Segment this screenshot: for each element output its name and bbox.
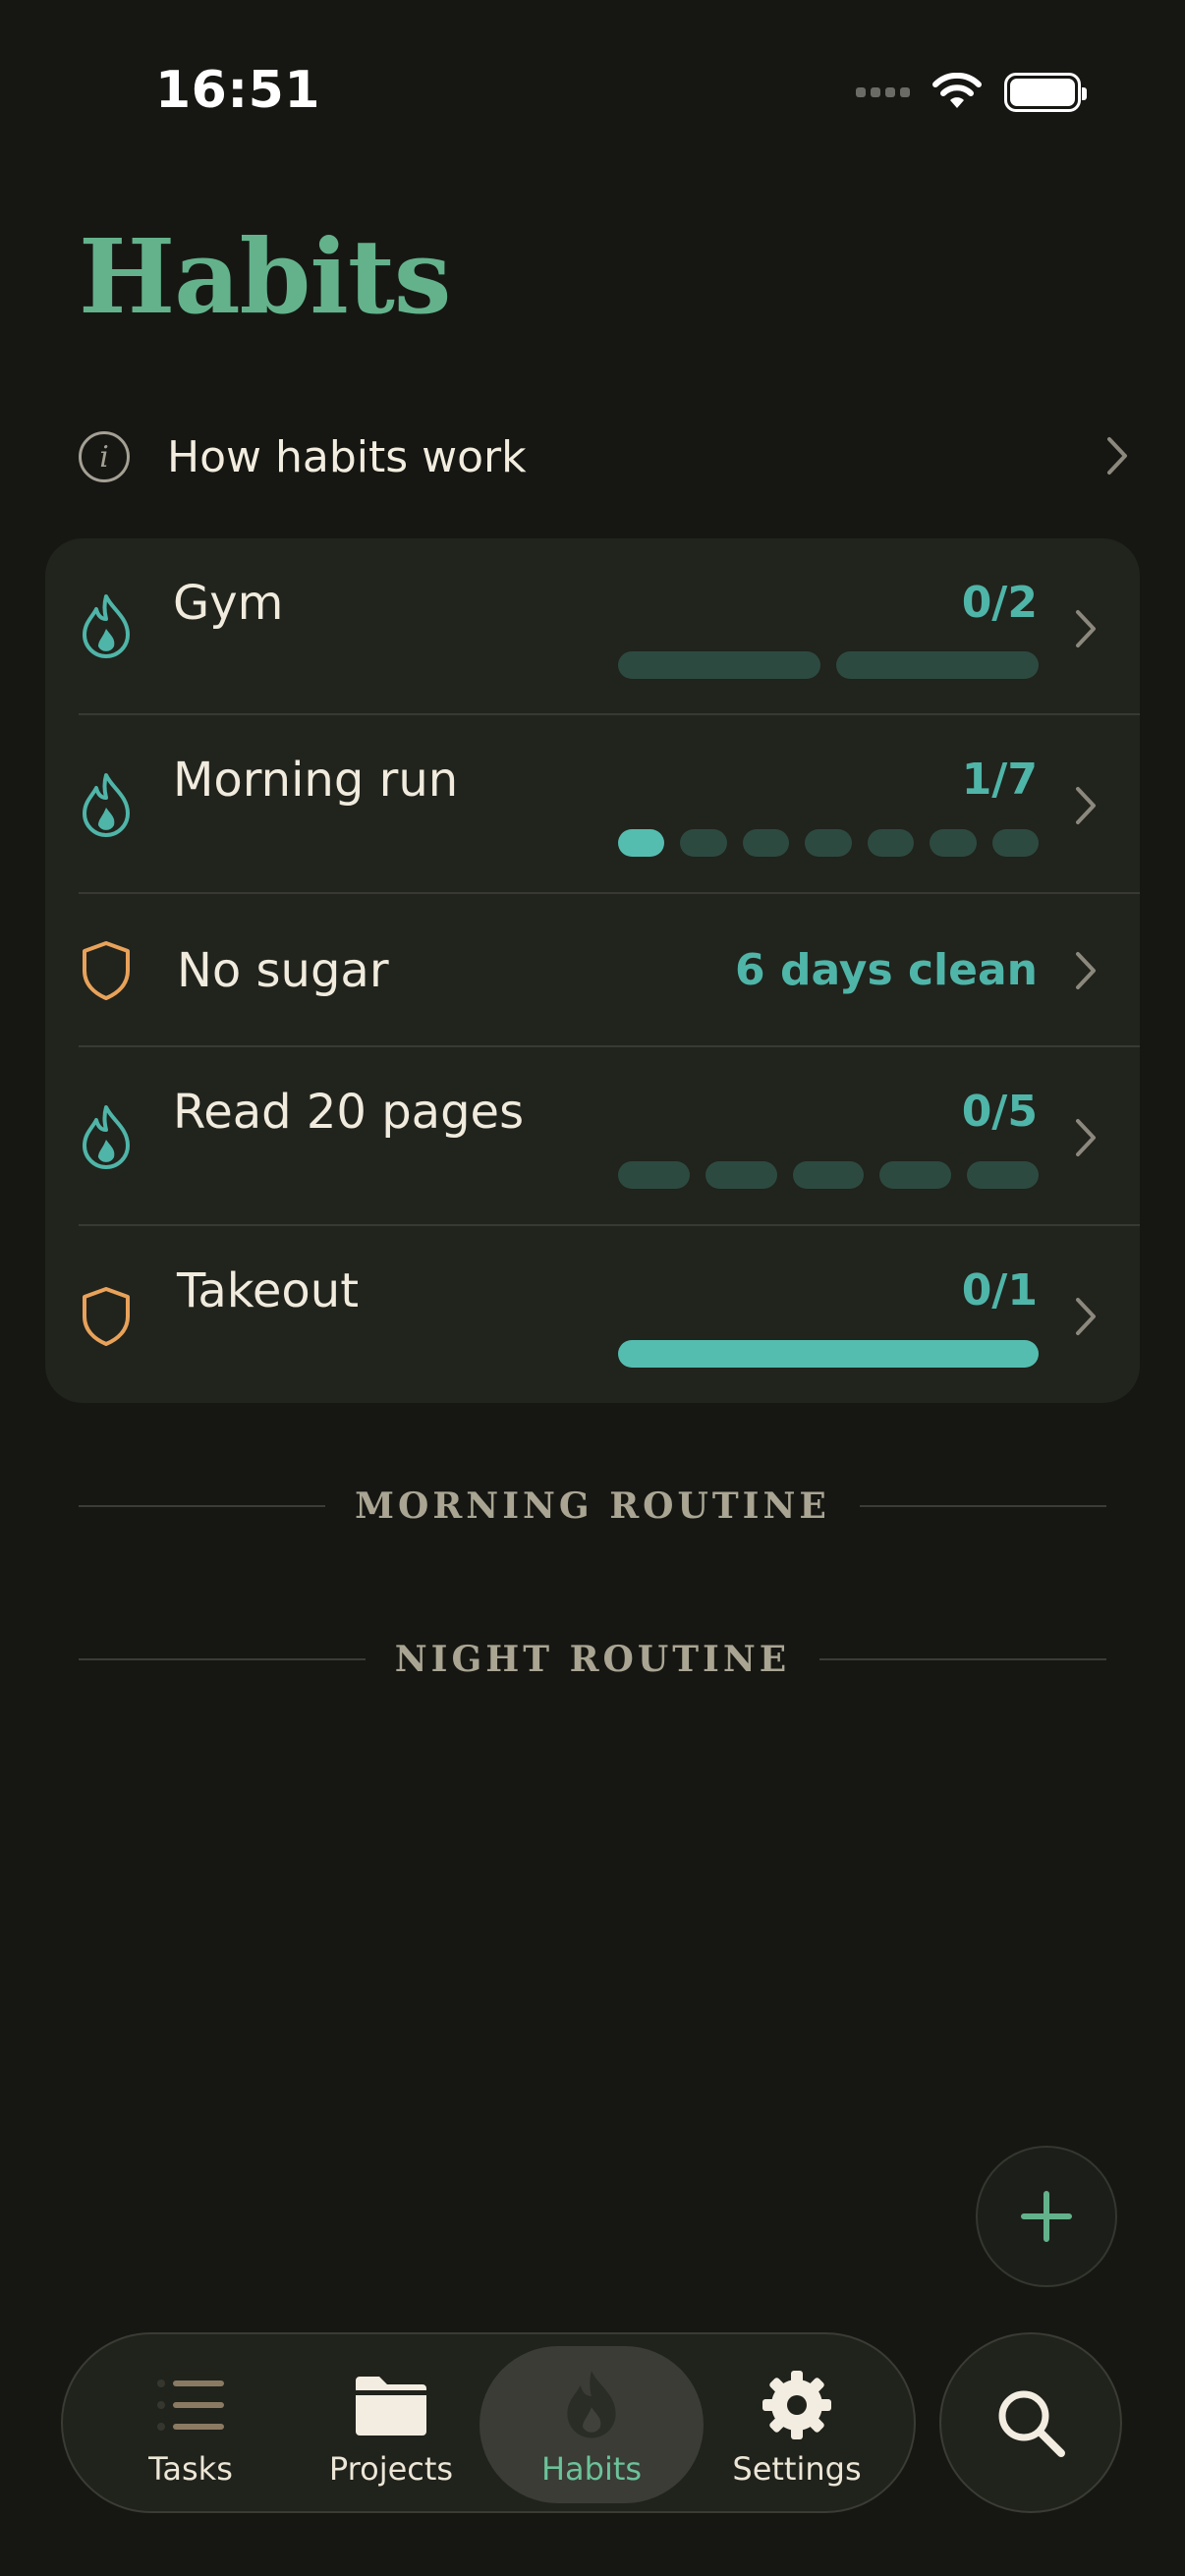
- divider: [819, 1658, 1107, 1660]
- shield-icon: [83, 941, 130, 1000]
- habits-screen: 16:51 Habits i How habits work Gym 0/2 M…: [0, 0, 1185, 2576]
- tab-bar: Tasks Projects Habits Settings: [61, 2332, 916, 2513]
- habit-progress-text: 0/1: [961, 1265, 1038, 1316]
- divider: [79, 1505, 326, 1507]
- shield-icon: [83, 1287, 130, 1346]
- tab-projects[interactable]: Projects: [312, 2334, 470, 2515]
- how-habits-work-label: How habits work: [167, 431, 527, 482]
- how-habits-work-row[interactable]: i How habits work: [79, 422, 1130, 491]
- habit-row-gym[interactable]: Gym 0/2: [45, 538, 1140, 715]
- progress-segment: [867, 829, 915, 857]
- chevron-right-icon: [1107, 437, 1127, 475]
- info-icon: i: [79, 431, 130, 482]
- status-icons: [856, 73, 1087, 112]
- divider: [859, 1505, 1107, 1507]
- progress-segment: [618, 1161, 690, 1189]
- habit-name: No sugar: [177, 943, 389, 998]
- section-title: NIGHT ROUTINE: [394, 1639, 791, 1680]
- status-time: 16:51: [155, 61, 321, 120]
- progress-segment: [967, 1161, 1039, 1189]
- tab-settings[interactable]: Settings: [723, 2334, 871, 2515]
- tab-label: Tasks: [148, 2450, 233, 2488]
- tab-label: Habits: [540, 2450, 643, 2488]
- list-icon: [155, 2370, 226, 2440]
- folder-icon: [352, 2370, 430, 2440]
- tab-label: Settings: [732, 2450, 862, 2488]
- habit-progress-segments: [618, 1340, 1039, 1368]
- habit-name: Morning run: [173, 753, 459, 808]
- page-title: Habits: [79, 216, 451, 337]
- progress-segment: [991, 829, 1039, 857]
- progress-segment: [805, 829, 852, 857]
- habit-progress-text: 0/5: [961, 1087, 1038, 1137]
- tab-habits[interactable]: Habits: [480, 2346, 704, 2503]
- habit-name: Gym: [173, 576, 284, 631]
- search-icon: [998, 2390, 1065, 2457]
- wifi-icon: [932, 73, 982, 108]
- flame-icon: [83, 1105, 130, 1169]
- section-morning-routine[interactable]: MORNING ROUTINE: [79, 1485, 1107, 1527]
- chevron-right-icon: [1076, 610, 1096, 647]
- habit-progress-text: 1/7: [961, 755, 1038, 805]
- habit-streak-text: 6 days clean: [735, 945, 1038, 995]
- search-button[interactable]: [939, 2332, 1122, 2513]
- habit-progress-text: 0/2: [961, 578, 1038, 628]
- progress-segment: [792, 1161, 865, 1189]
- plus-icon: [1021, 2191, 1072, 2242]
- habit-list: Gym 0/2 Morning run 1/7 No sugar 6 days …: [45, 538, 1140, 1403]
- tab-tasks[interactable]: Tasks: [122, 2334, 259, 2515]
- progress-segment: [618, 829, 665, 857]
- section-title: MORNING ROUTINE: [355, 1485, 830, 1527]
- progress-segment: [618, 1340, 1039, 1368]
- progress-segment: [680, 829, 727, 857]
- habit-name: Read 20 pages: [173, 1085, 525, 1140]
- chevron-right-icon: [1076, 1119, 1096, 1156]
- chevron-right-icon: [1076, 1298, 1096, 1335]
- habit-progress-segments: [618, 1161, 1039, 1189]
- section-night-routine[interactable]: NIGHT ROUTINE: [79, 1639, 1107, 1680]
- habit-row-read-20-pages[interactable]: Read 20 pages 0/5: [45, 1047, 1140, 1226]
- flame-icon: [560, 2370, 623, 2440]
- habit-name: Takeout: [177, 1263, 360, 1318]
- progress-segment: [836, 651, 1039, 679]
- cellular-signal-icon: [856, 87, 910, 97]
- divider: [79, 1658, 366, 1660]
- flame-icon: [83, 594, 130, 658]
- habit-row-no-sugar[interactable]: No sugar 6 days clean: [45, 894, 1140, 1047]
- progress-segment: [618, 651, 820, 679]
- tab-label: Projects: [328, 2450, 454, 2488]
- progress-segment: [705, 1161, 777, 1189]
- progress-segment: [879, 1161, 952, 1189]
- gear-icon: [761, 2370, 833, 2440]
- progress-segment: [742, 829, 790, 857]
- chevron-right-icon: [1076, 787, 1096, 824]
- habit-row-takeout[interactable]: Takeout 0/1: [45, 1226, 1140, 1403]
- habit-row-morning-run[interactable]: Morning run 1/7: [45, 715, 1140, 894]
- habit-progress-segments: [618, 651, 1039, 679]
- add-habit-button[interactable]: [976, 2146, 1117, 2287]
- battery-icon: [1004, 73, 1087, 112]
- flame-icon: [83, 773, 130, 837]
- progress-segment: [930, 829, 977, 857]
- chevron-right-icon: [1076, 952, 1096, 989]
- habit-progress-segments: [618, 829, 1039, 857]
